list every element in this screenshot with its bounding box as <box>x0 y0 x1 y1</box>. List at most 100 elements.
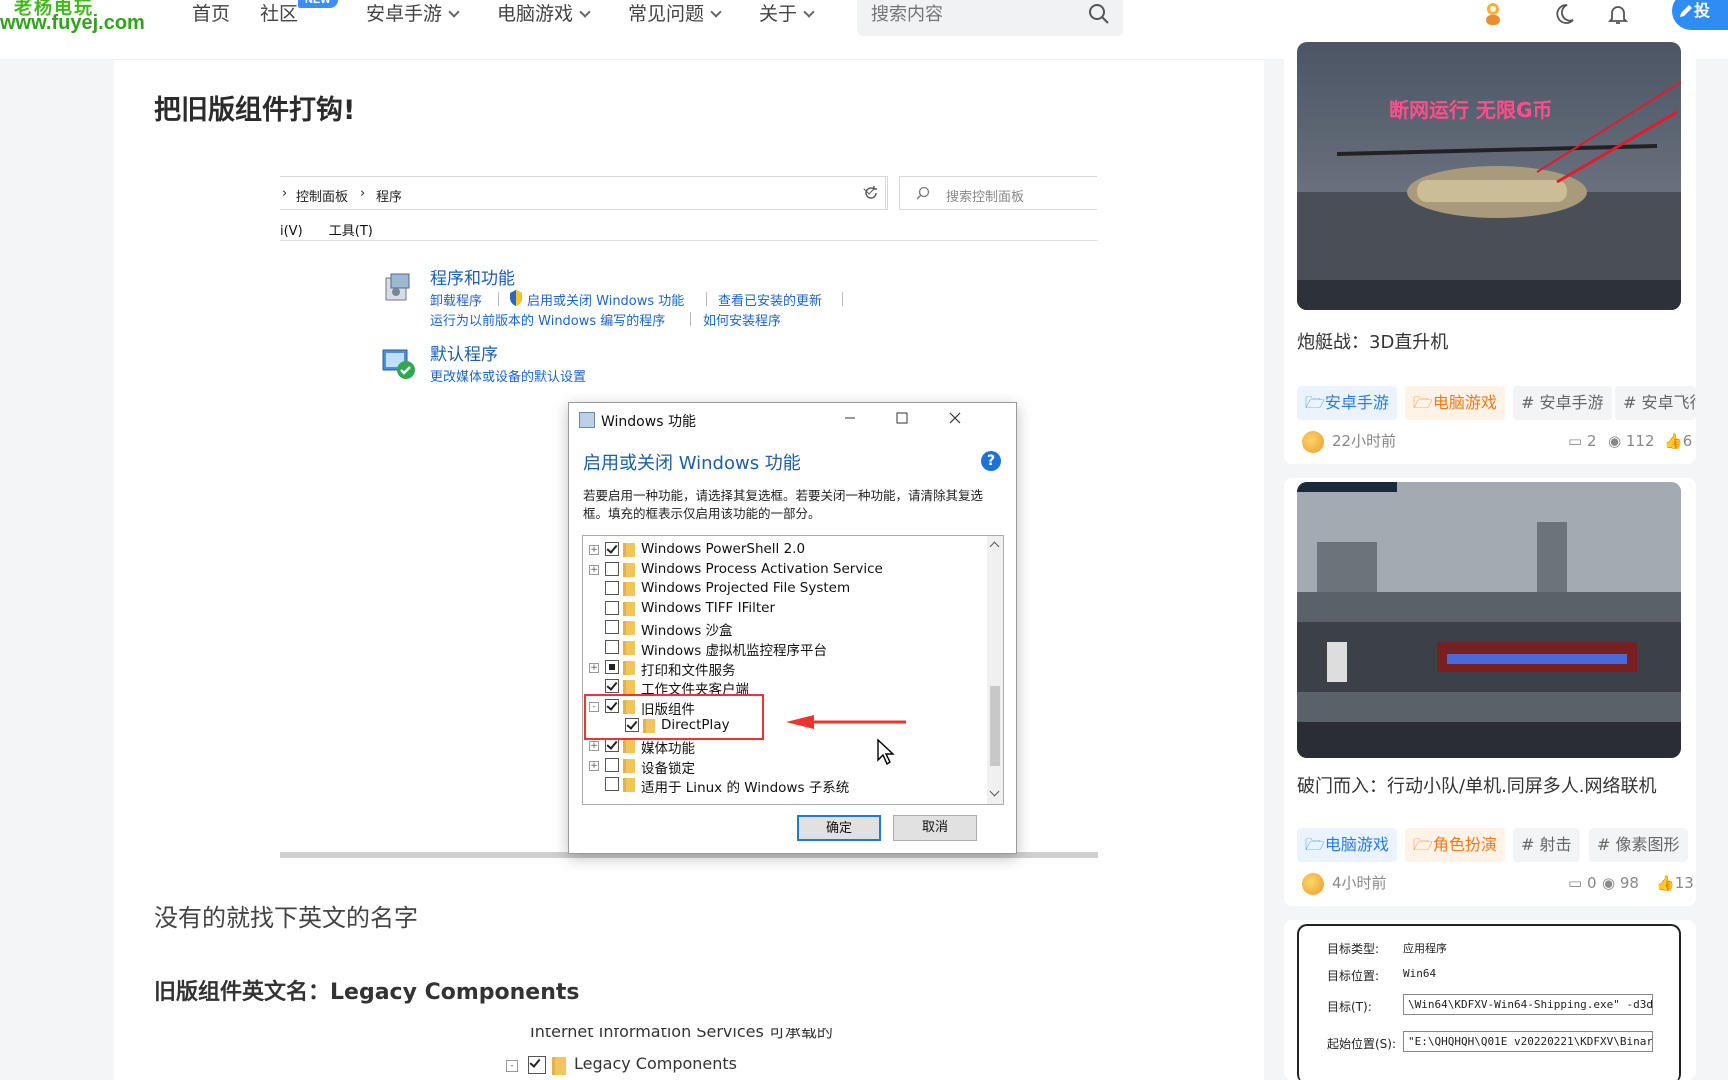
scroll-up-icon[interactable] <box>989 541 1000 552</box>
breadcrumb-programs[interactable]: 程序 <box>376 186 402 205</box>
hashtag[interactable]: # 像素图形 <box>1589 828 1688 862</box>
view-count: ◉ 98 <box>1602 874 1639 892</box>
hashtag[interactable]: # 安卓手游 <box>1513 386 1612 420</box>
nav-mobile-games[interactable]: 安卓手游 <box>366 0 460 28</box>
feature-checkbox[interactable] <box>605 600 619 615</box>
search-icon[interactable] <box>1087 2 1111 26</box>
minimize-button[interactable] <box>835 407 865 429</box>
sidebar-post-card[interactable]: 目标类型: 应用程序 目标位置: Win64 目标(T): \Win64\KDFXV-Wi… <box>1284 920 1696 1080</box>
scroll-thumb[interactable] <box>990 686 1000 766</box>
site-logo[interactable]: 老杨电玩 www.fuyej.com <box>0 0 150 42</box>
post-thumbnail[interactable] <box>1297 482 1681 758</box>
expand-icon[interactable]: + <box>589 662 599 673</box>
post-title[interactable]: 炮艇战：3D直升机 <box>1297 328 1448 354</box>
property-value[interactable]: \Win64\KDFXV-Win64-Shipping.exe" -d3d11 <box>1403 994 1653 1015</box>
feature-checkbox[interactable] <box>605 581 619 596</box>
tag-label: 电脑游戏 <box>1432 393 1497 412</box>
hashtag[interactable]: # 安卓飞行 <box>1615 386 1696 420</box>
folder-icon <box>623 621 635 636</box>
user-avatar[interactable] <box>1478 0 1508 28</box>
category-tag[interactable]: 🗁电脑游戏 <box>1297 828 1397 862</box>
menu-tools[interactable]: 工具(T) <box>329 224 373 239</box>
sidebar-post-card[interactable]: 断网运行 无限G币 炮艇战：3D直升机 🗁安卓手游 🗁电脑游戏 # 安卓手游 #… <box>1284 36 1696 464</box>
property-value[interactable]: "E:\QHQHQH\Q01E v20220221\KDFXV\Binarie <box>1403 1031 1653 1052</box>
feature-label: Windows Process Activation Service <box>641 560 883 577</box>
feature-checkbox[interactable] <box>605 777 619 792</box>
like-count: 👍6 <box>1664 432 1692 450</box>
feature-row[interactable]: + Windows PowerShell 2.0 <box>583 540 983 560</box>
category-tag[interactable]: 🗁安卓手游 <box>1297 386 1397 420</box>
cp-search-box[interactable]: 搜索控制面板 <box>899 176 1097 210</box>
scroll-down-icon[interactable] <box>989 786 1000 797</box>
how-to-install-link[interactable]: 如何安装程序 <box>703 310 781 329</box>
default-programs-title[interactable]: 默认程序 <box>430 340 498 365</box>
feature-checkbox[interactable] <box>605 679 619 694</box>
close-icon <box>949 412 961 424</box>
post-title[interactable]: 破门而入：行动小队/单机.同屏多人.网络联机 <box>1297 772 1657 798</box>
feature-row[interactable]: + 设备锁定 <box>583 756 983 777</box>
programs-features-title[interactable]: 程序和功能 <box>430 264 515 289</box>
post-thumbnail[interactable]: 目标类型: 应用程序 目标位置: Win64 目标(T): \Win64\KDFXV-Wi… <box>1297 924 1681 1080</box>
feature-checkbox[interactable] <box>605 738 619 752</box>
feature-label: 适用于 Linux 的 Windows 子系统 <box>641 780 850 797</box>
toggle-features-link[interactable]: 启用或关闭 Windows 功能 <box>527 290 684 309</box>
feature-row[interactable]: Windows 沙盒 <box>583 618 983 640</box>
feature-checkbox[interactable] <box>605 640 619 654</box>
notifications-button[interactable] <box>1603 0 1633 28</box>
compat-link[interactable]: 运行为以前版本的 Windows 编写的程序 <box>430 310 665 329</box>
expand-icon[interactable]: + <box>589 545 599 555</box>
feature-checkbox[interactable] <box>605 659 619 674</box>
feature-checkbox[interactable] <box>605 542 619 556</box>
expand-icon[interactable]: + <box>589 564 599 575</box>
feature-row[interactable]: Windows TIFF IFilter <box>583 599 983 619</box>
nav-faq[interactable]: 常见问题 <box>628 0 722 28</box>
cancel-button[interactable]: 取消 <box>893 815 977 841</box>
link-separator <box>498 292 499 306</box>
feature-checkbox[interactable] <box>605 620 619 635</box>
avatar[interactable] <box>1302 873 1324 895</box>
article-heading: 把旧版组件打钩! <box>154 95 356 126</box>
folder-icon <box>623 758 635 773</box>
category-tag[interactable]: 🗁电脑游戏 <box>1405 386 1505 420</box>
expand-icon[interactable]: + <box>589 760 599 771</box>
link-separator <box>706 292 707 306</box>
feature-checkbox[interactable] <box>605 757 619 772</box>
feature-row[interactable]: Windows 虚拟机监控程序平台 <box>583 638 983 659</box>
close-button[interactable] <box>940 407 970 429</box>
nav-about[interactable]: 关于 <box>759 0 815 28</box>
feature-row[interactable]: Windows Projected File System <box>583 579 983 599</box>
uninstall-link[interactable]: 卸载程序 <box>430 290 482 309</box>
nav-pc-games[interactable]: 电脑游戏 <box>497 0 591 28</box>
ok-button[interactable]: 确定 <box>797 815 881 841</box>
installed-updates-link[interactable]: 查看已安装的更新 <box>718 290 822 309</box>
expand-icon[interactable]: + <box>589 741 599 751</box>
collapse-icon[interactable]: - <box>506 1060 518 1072</box>
feature-checkbox[interactable] <box>605 561 619 576</box>
mouse-cursor-icon <box>877 738 895 766</box>
feature-row[interactable]: + Windows Process Activation Service <box>583 560 983 580</box>
change-defaults-link[interactable]: 更改媒体或设备的默认设置 <box>430 366 586 385</box>
maximize-button[interactable] <box>887 407 917 429</box>
avatar[interactable] <box>1302 431 1324 453</box>
hashtag[interactable]: # 射击 <box>1513 828 1580 862</box>
nav-home[interactable]: 首页 <box>192 0 230 28</box>
cp-address-bar: › 控制面板 › 程序 <box>280 176 886 210</box>
search-input[interactable] <box>871 0 1071 36</box>
nav-community[interactable]: 社区 <box>260 0 298 28</box>
feature-row[interactable]: 适用于 Linux 的 Windows 子系统 <box>583 775 983 797</box>
feature-label: Windows 沙盒 <box>641 623 733 640</box>
feature-label: 媒体功能 <box>641 741 695 757</box>
sidebar-post-card[interactable]: 破门而入：行动小队/单机.同屏多人.网络联机 🗁电脑游戏 🗁角色扮演 # 射击 … <box>1284 478 1696 906</box>
tree-scrollbar[interactable] <box>987 536 1003 804</box>
feature-row[interactable]: + 打印和文件服务 <box>583 658 983 679</box>
menu-view[interactable]: i(V) <box>280 224 303 239</box>
post-button[interactable]: 投 <box>1672 0 1728 30</box>
legacy-checkbox[interactable] <box>528 1056 546 1074</box>
dark-mode-toggle[interactable] <box>1549 0 1579 28</box>
category-tag[interactable]: 🗁角色扮演 <box>1405 828 1505 862</box>
help-icon[interactable]: ? <box>981 451 1001 471</box>
post-thumbnail[interactable]: 断网运行 无限G币 <box>1297 42 1681 310</box>
cp-refresh-button[interactable] <box>854 176 888 210</box>
cp-menubar: i(V) 工具(T) <box>280 220 395 239</box>
breadcrumb-control-panel[interactable]: 控制面板 <box>296 186 348 205</box>
